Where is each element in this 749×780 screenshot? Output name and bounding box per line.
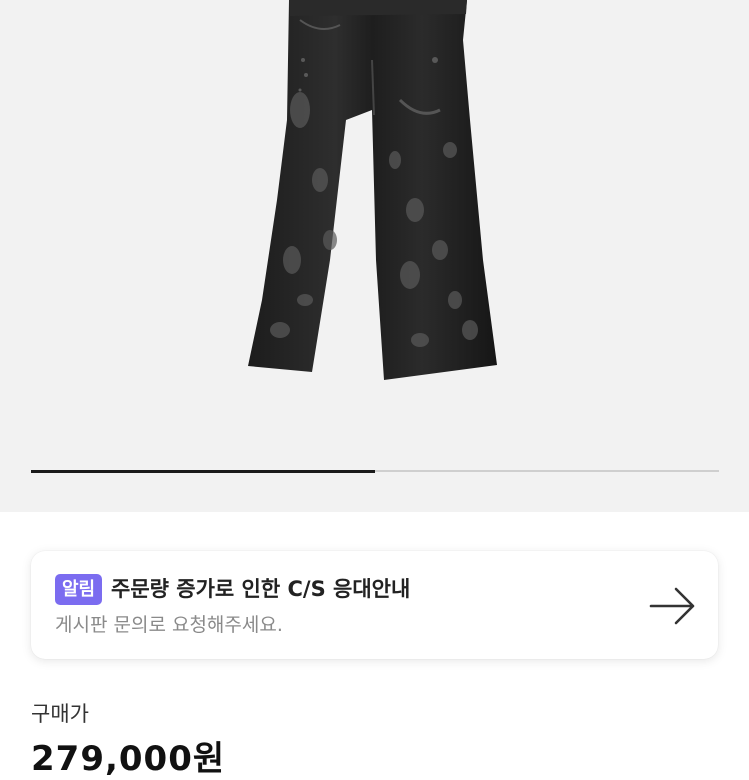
notice-badge: 알림	[55, 574, 103, 605]
gallery-progress-fill	[31, 469, 375, 473]
notice-subtitle: 게시판 문의로 요청해주세요.	[55, 614, 283, 636]
product-image-gallery[interactable]	[0, 0, 749, 512]
price-value: 279,000원	[31, 739, 226, 779]
price-label: 구매가	[31, 702, 89, 726]
arrow-right-icon[interactable]	[648, 586, 698, 626]
gallery-progress-track	[31, 469, 719, 473]
cs-notice-card[interactable]: 알림 주문량 증가로 인한 C/S 응대안내 게시판 문의로 요청해주세요.	[31, 551, 718, 659]
product-image	[248, 0, 497, 380]
notice-title: 주문량 증가로 인한 C/S 응대안내	[111, 577, 411, 601]
